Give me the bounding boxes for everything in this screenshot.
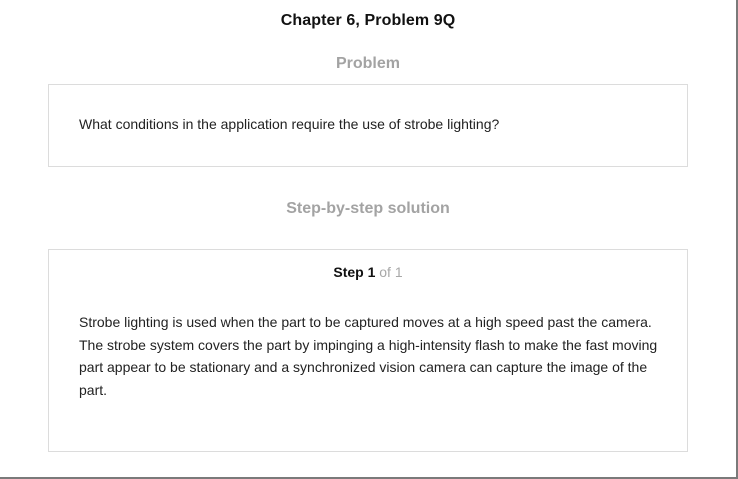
solution-heading: Step-by-step solution: [286, 200, 450, 217]
solution-page: Chapter 6, Problem 9Q Problem What condi…: [0, 0, 738, 479]
step-card: Step 1 of 1 Strobe lighting is used when…: [48, 249, 688, 452]
step-number-label: Step 1: [333, 264, 376, 280]
problem-card: What conditions in the application requi…: [48, 84, 688, 167]
step-counter: Step 1 of 1: [49, 264, 687, 280]
step-text: Strobe lighting is used when the part to…: [79, 314, 658, 398]
problem-text: What conditions in the application requi…: [79, 116, 500, 132]
step-total-label: of 1: [379, 264, 403, 280]
problem-heading: Problem: [335, 55, 400, 72]
page-title: Chapter 6, Problem 9Q: [280, 12, 456, 29]
